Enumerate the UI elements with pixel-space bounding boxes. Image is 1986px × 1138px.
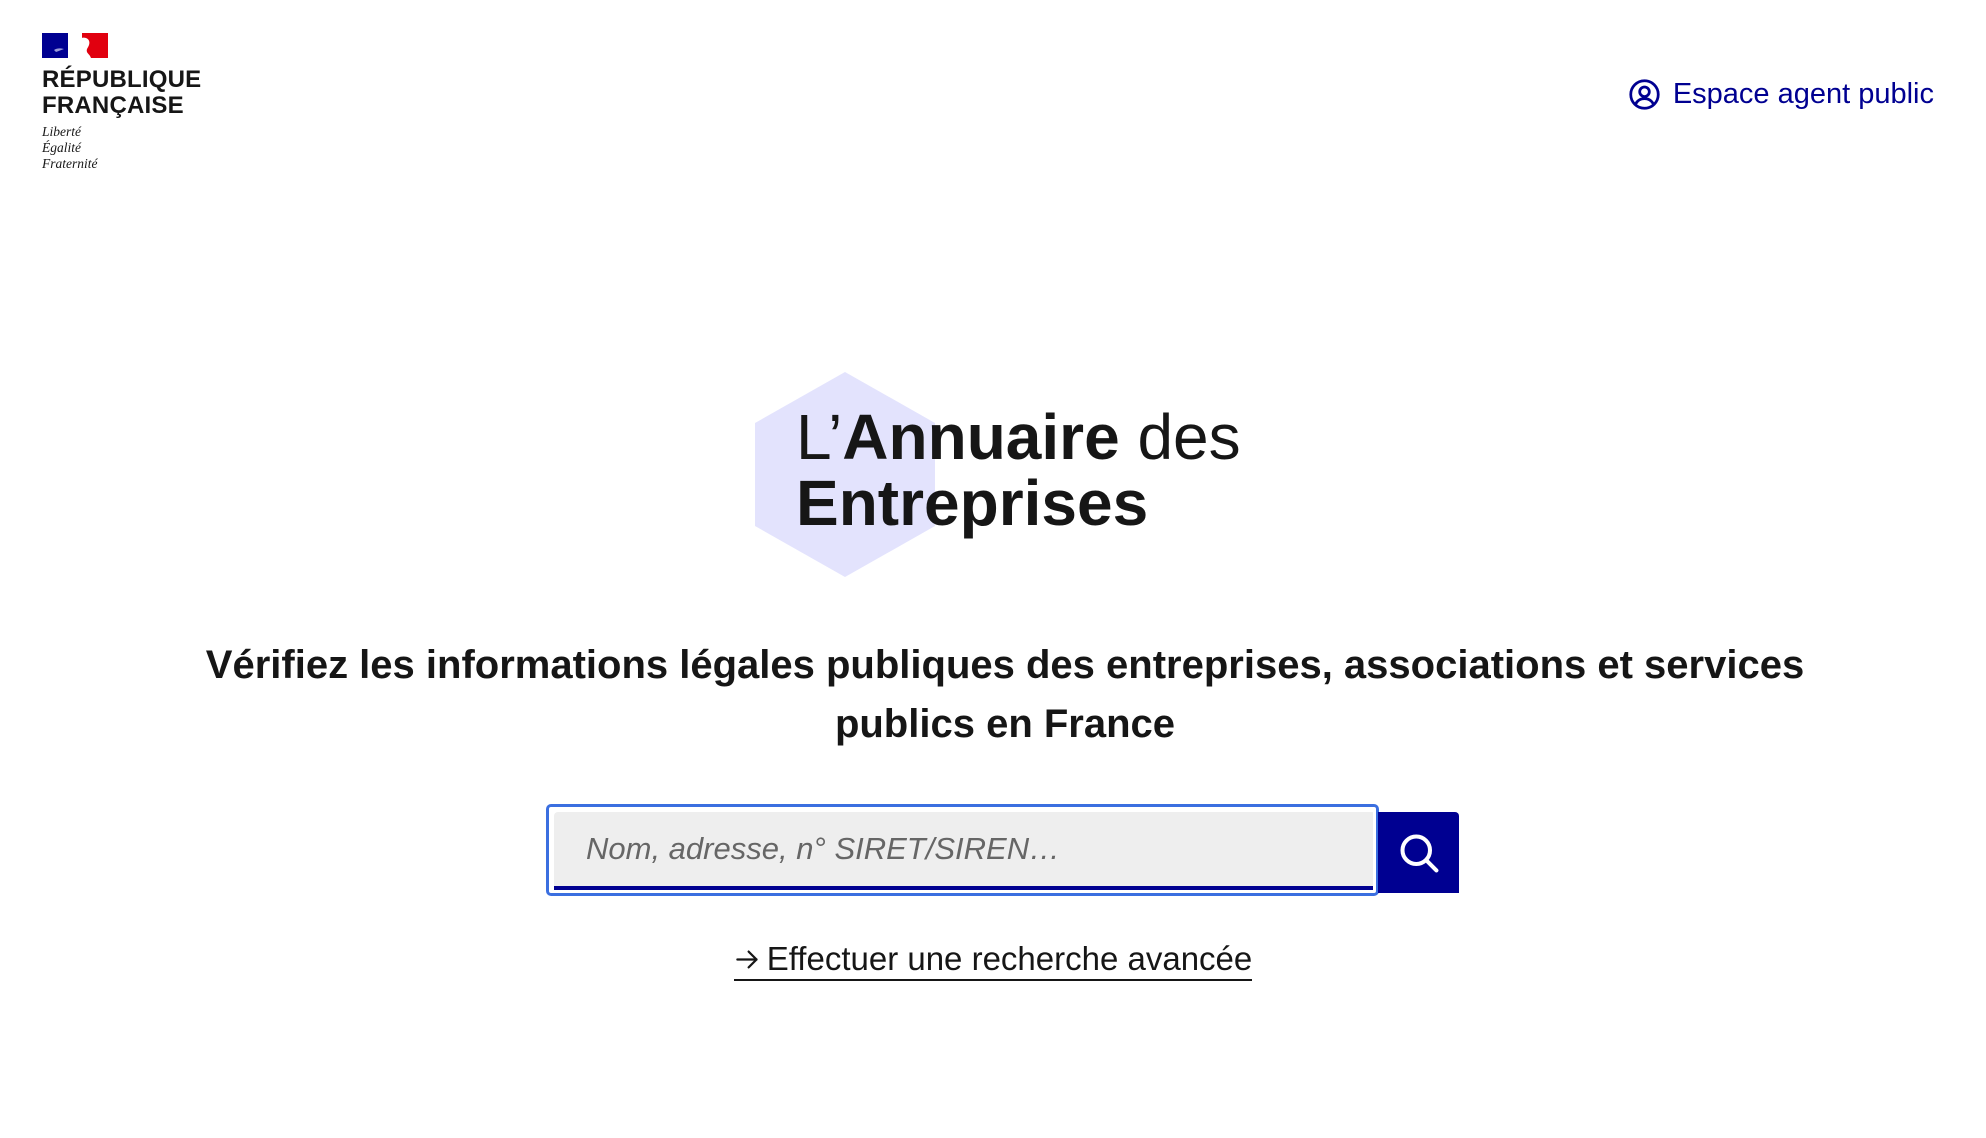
brand-entreprises: Entreprises (796, 467, 1149, 539)
search-button[interactable] (1378, 812, 1459, 893)
motto-line: Liberté (42, 124, 81, 139)
advanced-search-link[interactable]: Effectuer une recherche avancée (733, 940, 1253, 981)
page: RÉPUBLIQUE FRANÇAISE Liberté Égalité Fra… (0, 0, 1986, 1138)
espace-agent-public-link[interactable]: Espace agent public (1628, 78, 1934, 111)
advanced-search-container: Effectuer une recherche avancée (0, 940, 1986, 981)
rf-name-line1: RÉPUBLIQUE (42, 66, 202, 93)
motto-line: Fraternité (42, 156, 98, 171)
espace-agent-public-label: Espace agent public (1672, 78, 1934, 110)
motto-line: Égalité (42, 140, 81, 155)
search-icon (1399, 833, 1438, 872)
brand-wordmark: L’Annuaire des Entreprises (796, 405, 1241, 535)
user-circle-icon (1629, 79, 1660, 110)
republique-francaise-name: RÉPUBLIQUE FRANÇAISE (42, 67, 222, 119)
republic-motto: Liberté Égalité Fraternité (42, 124, 222, 172)
republique-francaise-logo[interactable]: RÉPUBLIQUE FRANÇAISE Liberté Égalité Fra… (42, 33, 222, 172)
brand-line-2: Entreprises (796, 471, 1241, 535)
search-bar (546, 804, 1459, 896)
advanced-search-label: Effectuer une recherche avancée (766, 940, 1253, 977)
brand-prefix: L’ (796, 401, 843, 473)
search-input[interactable] (554, 812, 1373, 890)
page-tagline: Vérifiez les informations légales publiq… (205, 643, 1805, 746)
brand-annuaire: Annuaire (842, 401, 1120, 473)
brand-des: des (1119, 401, 1241, 473)
marianne-flag-icon (42, 33, 108, 58)
rf-name-line2: FRANÇAISE (42, 92, 184, 119)
brand-line-1: L’Annuaire des (796, 405, 1241, 469)
arrow-right-icon (735, 950, 758, 968)
annuaire-entreprises-logo[interactable]: L’Annuaire des Entreprises (755, 372, 1315, 577)
